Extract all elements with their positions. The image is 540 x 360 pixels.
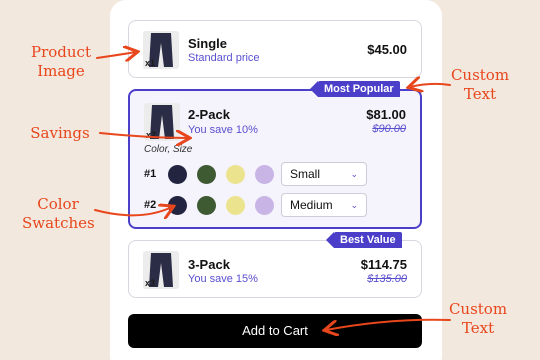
arrow-savings	[99, 133, 188, 138]
arrow-custom-text-button	[326, 318, 451, 330]
annotation-arrows	[94, 0, 451, 360]
arrow-color-swatches	[94, 207, 172, 215]
arrow-product-image	[96, 52, 136, 58]
arrow-custom-text-badge	[410, 84, 451, 87]
